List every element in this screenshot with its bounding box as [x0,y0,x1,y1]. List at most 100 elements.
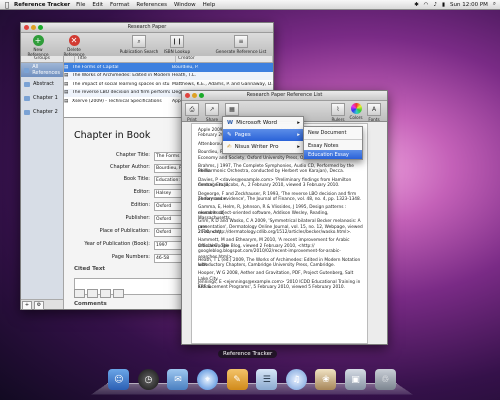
sidebar-item-chapter-2[interactable]: Chapter 2 [21,105,63,119]
itunes-icon[interactable]: ♫ [285,369,307,390]
print-button[interactable]: ⎙ Print [184,103,200,122]
attach-image-button[interactable] [74,289,85,298]
minimize-button[interactable] [192,93,197,98]
dashboard-icon[interactable]: ◷ [137,369,159,390]
column-header-title[interactable]: Title [75,56,176,62]
sidebar-item-label: Abstract [33,81,54,87]
preview-icon[interactable]: ▣ [345,369,367,390]
finder-icon[interactable]: ☺ [108,369,130,390]
main-window-titlebar[interactable]: Research Paper [21,23,273,33]
reference-list-titlebar[interactable]: Research Paper Reference List [182,91,387,101]
menu-item-nisus-writer-pro[interactable]: ✍ Nisus Writer Pro ▸ [223,141,303,153]
menu-item-pages[interactable]: ✎ Pages ▸ [223,129,303,141]
menu-references[interactable]: References [136,2,167,8]
rulers-button[interactable]: ⌇ Rulers [330,103,346,122]
submenu-essay-notes[interactable]: Essay Notes [304,141,362,150]
isbn-lookup-button[interactable]: ❙❙ ISBN Lookup [163,35,191,54]
submenu-new-document[interactable]: New Document [304,127,362,138]
sidebar-item-all-references[interactable]: All References [21,63,63,77]
share-label: Share [205,117,219,122]
document-icon: ▤ [64,64,69,70]
sidebar-item-chapter-1[interactable]: Chapter 1 [21,91,63,105]
menu-format[interactable]: Format [110,2,129,8]
field-label: Chapter Title: [116,152,150,158]
menu-item-label: Pages [234,132,251,138]
document-icon: ▤ [64,90,69,96]
menu-clock[interactable]: Sun 12:00 PM [450,2,488,8]
menu-window[interactable]: Window [174,2,196,8]
sidebar-item-label: Chapter 1 [33,95,58,101]
menu-edit[interactable]: Edit [92,2,103,8]
plus-icon: + [32,35,44,46]
row-creator: Matthews, K.E., Adams, P. and Gannaway, … [172,81,273,87]
cited-text-tools [74,289,124,298]
table-row[interactable]: ▤ The impact of social learning spaces o… [64,80,273,89]
share-button[interactable]: ↗ Share [204,103,220,122]
cited-text-label: Cited Text [74,266,106,272]
reference-tracker-icon[interactable]: ☰ [256,369,278,390]
row-creator: Heath, T.L. [172,73,196,79]
menu-app-name[interactable]: Reference Tracker [14,2,70,8]
comments-label: Comments [74,301,107,307]
field-label: Place of Publication: [99,228,150,234]
add-group-button[interactable]: + [22,301,32,310]
close-button[interactable] [24,25,29,30]
publication-search-button[interactable]: ⌕ Publication Search [117,35,161,54]
attach-list-button[interactable] [113,289,124,298]
submenu-education-essay[interactable]: Education Essay [304,150,362,159]
pages-submenu: New Document Essay Notes Education Essay [303,126,363,160]
close-button[interactable] [185,93,190,98]
row-title: The impact of social learning spaces on … [72,81,170,87]
safari-icon[interactable]: ⌖ [197,369,219,390]
nisus-icon: ✍ [227,144,232,150]
zoom-button[interactable] [199,93,204,98]
new-reference-button[interactable]: + New Reference [23,35,53,57]
menu-help[interactable]: Help [203,2,216,8]
menu-file[interactable]: File [76,2,85,8]
table-row[interactable]: ▤ The Works of Archimedes: Edited in Mod… [64,71,273,80]
sidebar-item-abstract[interactable]: Abstract [21,77,63,91]
volume-icon[interactable]: ♪ [433,2,437,8]
delete-reference-button[interactable]: ✕ Delete Reference [57,35,91,57]
field-edition: Edition: Oxford [64,202,197,211]
ruler-icon: ⌇ [331,103,345,116]
apple-menu-icon[interactable]:  [0,1,14,9]
field-chapter-title: Chapter Title: The Forms of Capital [64,152,197,161]
table-row[interactable]: ▤ The Forms of Capital Bourdieu, P. [64,63,273,72]
reference-entry-line: message to Jacobs, A., 2 February 2010, … [198,183,340,189]
sidebar-item-label: Chapter 2 [33,109,58,115]
menu-item-microsoft-word[interactable]: W Microsoft Word ▸ [223,117,303,129]
row-title: Xserve (2009) - Technical Specifications [72,98,162,104]
group-action-button[interactable]: ⚙ [34,301,44,310]
wifi-icon[interactable]: ◠ [424,2,429,8]
zoom-button[interactable] [38,25,43,30]
dock: ☺ ◷ ✉ ⌖ ✎ ☰ ♫ ❀ ▣ ♲ [104,362,400,390]
bluetooth-icon[interactable]: ✱ [414,2,419,8]
attach-note-button[interactable] [100,289,111,298]
share-icon: ↗ [205,103,219,116]
word-icon: W [227,120,234,126]
photos-icon[interactable]: ❀ [315,369,337,390]
battery-icon[interactable]: ▮ [442,2,445,8]
format-icon: ▦ [225,103,239,116]
groups-sidebar: Groups All References Abstract Chapter 1… [21,56,64,310]
menu-bar:  Reference Tracker File Edit Format Ref… [0,0,500,10]
mail-icon[interactable]: ✉ [167,369,189,390]
pages-app-icon[interactable]: ✎ [226,369,248,390]
search-icon: ⌕ [132,35,146,48]
generate-reference-list-button[interactable]: ≡ Generate Reference List [213,35,269,54]
groups-header[interactable]: Groups [21,56,63,63]
attach-file-button[interactable] [87,289,98,298]
trash-icon[interactable]: ♲ [374,369,396,390]
column-header-icon[interactable] [64,56,75,62]
column-header-creator[interactable]: Creator [176,56,273,62]
field-book-title: Book Title: Education: Culture [64,176,197,185]
field-publisher: Publisher: Oxford [64,215,197,224]
delete-icon: ✕ [68,35,80,46]
export-menu: W Microsoft Word ▸ ✎ Pages ▸ ✍ Nisus Wri… [222,116,304,154]
fonts-button[interactable]: A Fonts [366,103,382,122]
folder-icon [24,95,30,101]
colors-button[interactable]: Colors [348,103,364,120]
spotlight-icon[interactable]: ⌕ [493,1,496,8]
minimize-button[interactable] [31,25,36,30]
